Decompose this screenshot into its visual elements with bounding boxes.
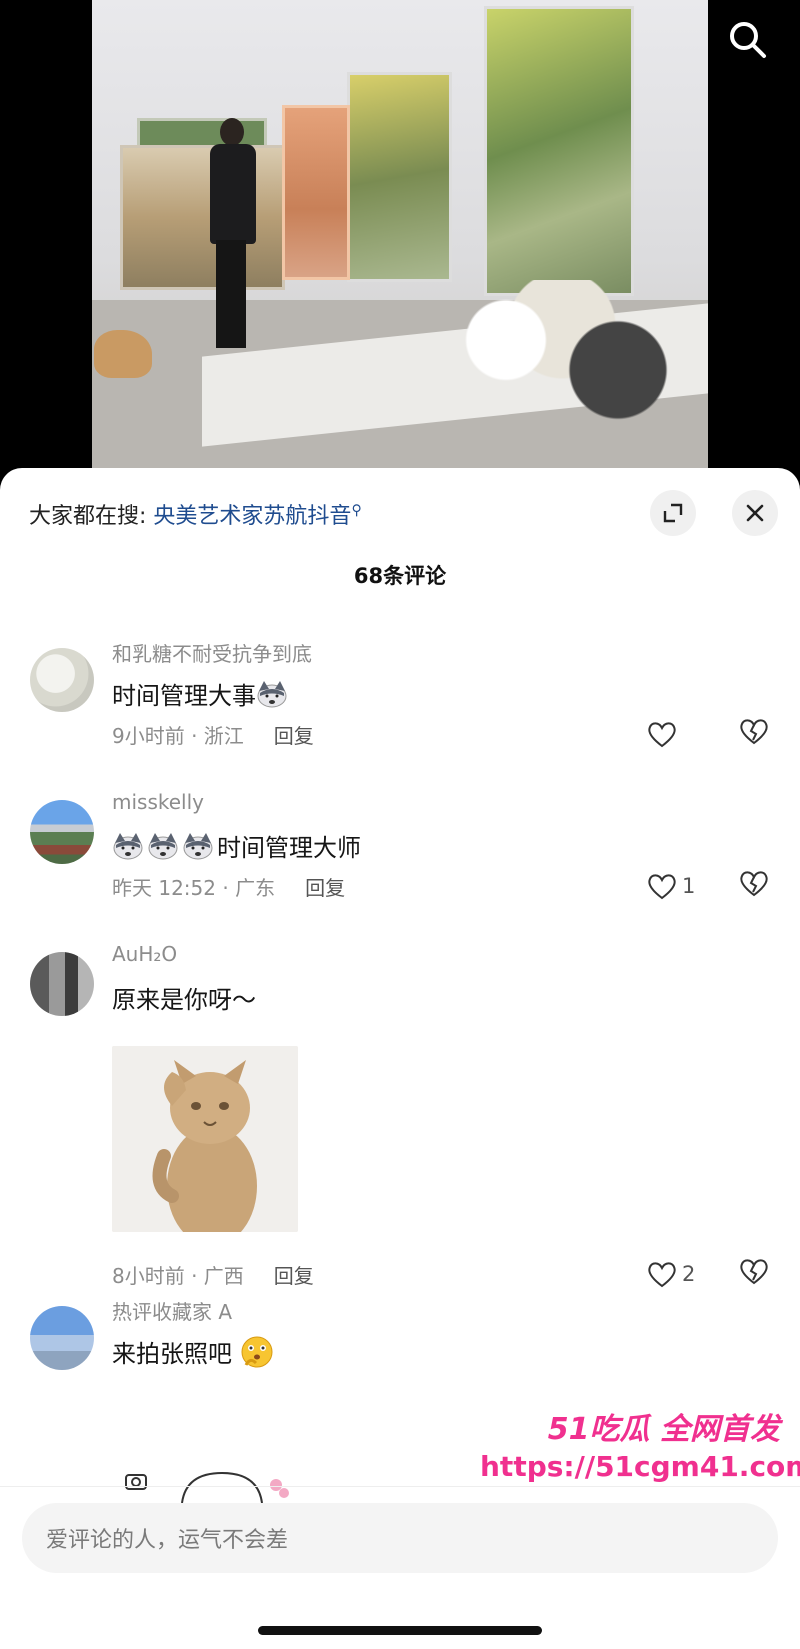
husky-emoji-icon	[183, 832, 213, 859]
dog-figure	[94, 330, 152, 378]
avatar[interactable]	[30, 800, 94, 864]
comment-username[interactable]: 和乳糖不耐受抗争到底	[112, 638, 312, 667]
comment-item: misskelly 时间管理大师 昨天 12:52 · 广东 回复 1	[0, 790, 800, 940]
comment-meta: 昨天 12:52 · 广东 回复	[112, 872, 345, 901]
like-count: 2	[682, 1262, 696, 1286]
comment-body: 原来是你呀～	[112, 986, 256, 1014]
avatar[interactable]	[30, 952, 94, 1016]
heart-icon	[648, 874, 676, 900]
dislike-button[interactable]	[738, 1256, 774, 1292]
search-icon	[730, 22, 766, 58]
comment-username[interactable]: 热评收藏家 A	[112, 1296, 232, 1325]
painting-large	[484, 6, 634, 296]
home-indicator[interactable]	[258, 1626, 542, 1635]
cat-salute-image	[112, 1046, 298, 1232]
comment-time-location: 9小时前 · 浙江	[112, 724, 244, 748]
video-frame-art-studio	[92, 0, 708, 470]
divider	[0, 1486, 800, 1487]
husky-emoji-icon	[148, 832, 178, 859]
broken-heart-icon	[740, 1259, 768, 1285]
comment-sheet: 大家都在搜: 央美艺术家苏航抖音⚲ 68条评论 和乳糖不耐受抗争到底 时间管理大…	[0, 468, 800, 1649]
broken-heart-icon	[740, 719, 768, 745]
small-search-icon: ⚲	[351, 502, 362, 519]
comment-count-title: 68条评论	[353, 564, 447, 588]
comment-input-placeholder: 爱评论的人，运气不会差	[46, 1528, 289, 1553]
like-button[interactable]: 1	[646, 868, 722, 904]
expand-icon	[663, 503, 683, 523]
reply-button[interactable]: 回复	[305, 876, 345, 900]
broken-heart-icon	[740, 871, 768, 897]
watermark-url: https://51cgm41.com	[480, 1450, 800, 1483]
comment-text: 时间管理大事	[112, 676, 291, 711]
painting-in-progress	[282, 105, 350, 280]
comment-body: 时间管理大事	[112, 682, 256, 710]
comment-body: 来拍张照吧	[112, 1340, 232, 1368]
avatar[interactable]	[30, 1306, 94, 1370]
watermark: 51吃瓜 全网首发 https://51cgm41.com	[480, 1404, 800, 1483]
husky-emoji-icon	[113, 832, 143, 859]
comment-text: 来拍张照吧	[112, 1334, 274, 1369]
comment-time-location: 昨天 12:52 · 广东	[112, 876, 276, 900]
like-button[interactable]	[646, 716, 722, 752]
comment-time-location: 8小时前 · 广西	[112, 1264, 244, 1288]
video-player[interactable]	[0, 0, 800, 470]
heart-icon	[648, 722, 676, 748]
close-icon	[746, 504, 764, 522]
search-button[interactable]	[726, 18, 770, 62]
painter-figure	[202, 118, 257, 348]
comment-meta: 8小时前 · 广西 回复	[112, 1260, 314, 1289]
like-button[interactable]: 2	[646, 1256, 722, 1292]
comment-item: 和乳糖不耐受抗争到底 时间管理大事 9小时前 · 浙江 回复	[0, 638, 800, 788]
comment-body: 时间管理大师	[217, 834, 361, 862]
watermark-line1: 51吃瓜 全网首发	[547, 1412, 780, 1447]
hot-search-link[interactable]: 大家都在搜: 央美艺术家苏航抖音⚲	[29, 498, 362, 530]
comment-username[interactable]: misskelly	[112, 790, 204, 814]
hot-search-term[interactable]: 央美艺术家苏航抖音	[153, 504, 351, 529]
cat-salute-sticker[interactable]	[112, 1046, 298, 1232]
comment-meta: 9小时前 · 浙江 回复	[112, 720, 314, 749]
like-count: 1	[682, 874, 696, 898]
reply-button[interactable]: 回复	[274, 1264, 314, 1288]
thinking-face-emoji-icon	[241, 1336, 273, 1367]
comment-username[interactable]: AuH₂O	[112, 942, 177, 966]
painting-medium	[347, 72, 452, 282]
expand-button[interactable]	[650, 490, 696, 536]
close-button[interactable]	[732, 490, 778, 536]
reply-button[interactable]: 回复	[274, 724, 314, 748]
dislike-button[interactable]	[738, 868, 774, 904]
avatar[interactable]	[30, 648, 94, 712]
cartoon-sticker-partial[interactable]	[112, 1443, 298, 1503]
comment-text: 原来是你呀～	[112, 980, 256, 1015]
comment-text: 时间管理大师	[112, 828, 361, 863]
husky-emoji-icon	[257, 680, 287, 707]
dislike-button[interactable]	[738, 716, 774, 752]
heart-icon	[648, 1262, 676, 1288]
hot-search-prefix: 大家都在搜:	[29, 504, 147, 529]
comment-input[interactable]: 爱评论的人，运气不会差	[22, 1503, 778, 1573]
cartoon-sticker-image	[112, 1443, 298, 1503]
